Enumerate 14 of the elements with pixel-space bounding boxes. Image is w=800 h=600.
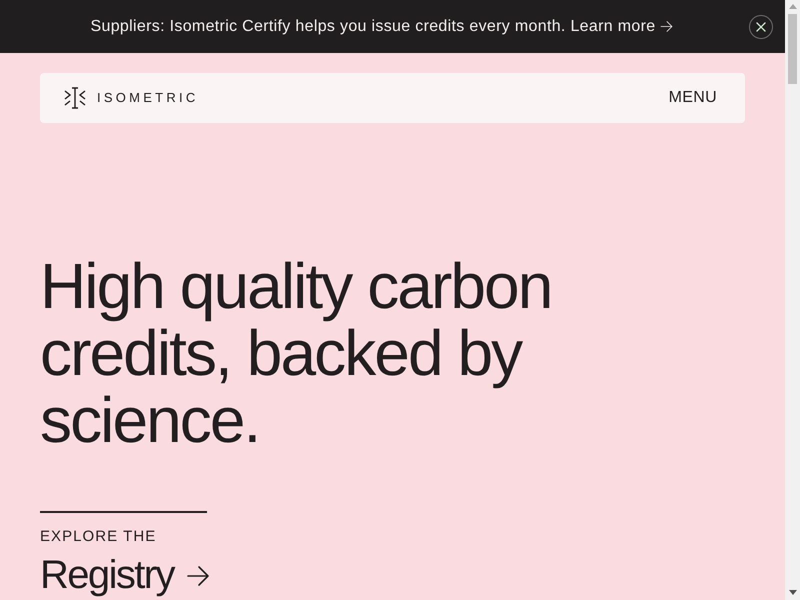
- scrollbar-thumb[interactable]: [788, 14, 797, 84]
- close-button[interactable]: [749, 14, 773, 38]
- arrow-right-icon: [660, 20, 672, 33]
- arrow-right-icon: [186, 564, 210, 588]
- menu-button[interactable]: MENU: [668, 86, 717, 110]
- close-icon: [756, 22, 766, 32]
- logo-wordmark: ISOMETRIC: [97, 89, 198, 108]
- learn-more-link[interactable]: Learn more: [570, 14, 672, 38]
- logo-icon: [64, 87, 86, 109]
- hero-heading: High quality carbon credits, backed by science.: [40, 253, 552, 454]
- announcement-text: Suppliers: Isometric Certify helps you issue credits every month. Learn more: [0, 14, 749, 38]
- scroll-down-icon[interactable]: [788, 590, 796, 595]
- registry-link[interactable]: Registry: [40, 553, 210, 598]
- explore-label: EXPLORE THE: [40, 529, 156, 544]
